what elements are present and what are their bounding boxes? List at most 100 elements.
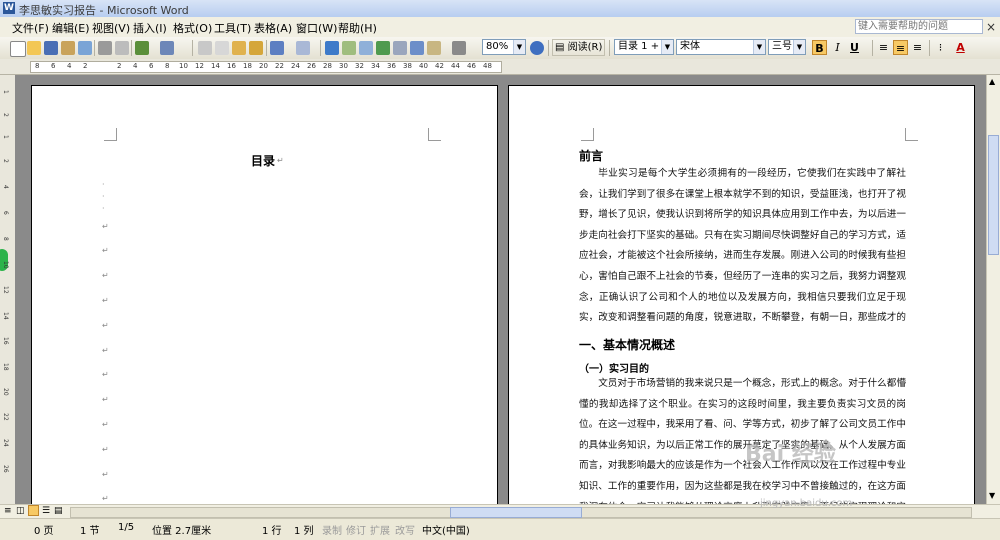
document-map-icon[interactable]: [427, 41, 441, 55]
menu-edit[interactable]: 编辑(E): [52, 20, 90, 36]
ruler-label: 2: [83, 62, 88, 70]
align-center-button[interactable]: ≡: [893, 40, 908, 55]
reading-view-icon[interactable]: ▤: [54, 506, 63, 516]
ruler-label: 30: [339, 62, 348, 70]
style-combo[interactable]: 目录 1 + 宋 ▼: [614, 39, 674, 55]
vertical-ruler[interactable]: 1 2 1 2 4 6 8 10 12 14 16 18 20 22 24 26: [0, 75, 16, 504]
chevron-down-icon[interactable]: ▼: [793, 40, 805, 54]
outline-view-icon[interactable]: ☰: [42, 506, 50, 516]
permission-icon[interactable]: [61, 41, 75, 55]
ruler-label: 2: [2, 113, 9, 117]
font-combo[interactable]: 宋体 ▼: [676, 39, 766, 55]
ruler-label: 34: [371, 62, 380, 70]
columns-icon[interactable]: [393, 41, 407, 55]
chevron-down-icon[interactable]: ▼: [513, 40, 525, 54]
align-right-button[interactable]: ≡: [910, 40, 925, 55]
menu-table[interactable]: 表格(A): [254, 20, 292, 36]
status-record[interactable]: 录制: [322, 522, 342, 537]
font-size-combo[interactable]: 三号 ▼: [768, 39, 806, 55]
copy-icon[interactable]: [215, 41, 229, 55]
status-bar: 0 页 1 节 1/5 位置 2.7厘米 1 行 1 列 录制 修订 扩展 改写…: [0, 518, 1000, 540]
status-overtype[interactable]: 改写: [395, 522, 415, 537]
chevron-down-icon[interactable]: ▼: [753, 40, 765, 54]
ruler-label: 6: [2, 211, 9, 215]
save-icon[interactable]: [44, 41, 58, 55]
toolbar-separator: [131, 40, 132, 56]
paste-icon[interactable]: [232, 41, 246, 55]
tables-borders-icon[interactable]: [342, 41, 356, 55]
zoom-combo[interactable]: 80% ▼: [482, 39, 526, 55]
menu-format[interactable]: 格式(O): [173, 20, 212, 36]
paragraph-mark-icon: ↵: [102, 271, 109, 280]
italic-button[interactable]: I: [830, 40, 845, 55]
toolbar-separator: [872, 40, 873, 56]
paragraph-mark-icon: ·: [102, 204, 105, 213]
numbering-button[interactable]: ⁝: [933, 40, 948, 55]
page-preface[interactable]: 前言 毕业实习是每个大学生必须拥有的一段经历，它使我们在实践中了解社会，让我们学…: [508, 85, 975, 504]
show-hide-icon[interactable]: [452, 41, 466, 55]
print-layout-icon[interactable]: [28, 505, 39, 516]
print-preview-icon[interactable]: [115, 41, 129, 55]
bold-button[interactable]: B: [812, 40, 827, 55]
hscroll-thumb[interactable]: [450, 507, 582, 518]
status-extend[interactable]: 扩展: [370, 522, 390, 537]
word-app-icon[interactable]: W: [3, 2, 15, 14]
redo-icon[interactable]: [296, 41, 310, 55]
ruler-label: 46: [467, 62, 476, 70]
ruler-label: 1: [2, 135, 9, 139]
margin-corner: [581, 128, 594, 141]
underline-button[interactable]: U: [847, 40, 862, 55]
menu-view[interactable]: 视图(V): [92, 20, 130, 36]
scroll-down-icon[interactable]: ▼: [989, 491, 995, 500]
menu-tools[interactable]: 工具(T): [214, 20, 251, 36]
chevron-down-icon[interactable]: ▼: [661, 40, 673, 54]
paragraph-mark-icon: ↵: [102, 246, 109, 255]
font-color-button[interactable]: A: [953, 40, 968, 55]
ruler-label: 20: [259, 62, 268, 70]
open-icon[interactable]: [27, 41, 41, 55]
toolbar-separator: [94, 40, 95, 56]
scrollbar-thumb[interactable]: [988, 135, 999, 255]
ruler-label: 6: [149, 62, 154, 70]
status-track-changes[interactable]: 修订: [346, 522, 366, 537]
toolbar-separator: [192, 40, 193, 56]
vertical-scrollbar[interactable]: ▲ ▼: [986, 75, 1000, 504]
format-painter-icon[interactable]: [249, 41, 263, 55]
align-left-button[interactable]: ≡: [876, 40, 891, 55]
horizontal-ruler[interactable]: 8 6 4 2 2 4 6 8 10 12 14 16 18 20 22 24 …: [0, 59, 1000, 75]
close-document-icon[interactable]: ×: [986, 20, 996, 34]
undo-icon[interactable]: [270, 41, 284, 55]
paragraph-mark-icon: ↵: [102, 346, 109, 355]
research-icon[interactable]: [160, 41, 174, 55]
drawing-icon[interactable]: [410, 41, 424, 55]
ruler-label: 8: [2, 237, 9, 241]
menu-file[interactable]: 文件(F): [12, 20, 49, 36]
status-column: 1 列: [294, 526, 314, 537]
insert-table-icon[interactable]: [359, 41, 373, 55]
ruler-label: 2: [2, 159, 9, 163]
status-position: 位置 2.7厘米: [152, 526, 212, 537]
page-toc[interactable]: 目录 ↵ · · · ↵ ↵ ↵ ↵ ↵ ↵ ↵ ↵ ↵ ↵ ↵ ↵: [31, 85, 498, 504]
cut-icon[interactable]: [198, 41, 212, 55]
hyperlink-icon[interactable]: [325, 41, 339, 55]
web-layout-icon[interactable]: ◫: [16, 506, 25, 516]
paragraph-mark-icon: ↵: [102, 470, 109, 479]
menu-insert[interactable]: 插入(I): [133, 20, 167, 36]
menu-window[interactable]: 窗口(W): [296, 20, 337, 36]
spelling-icon[interactable]: [135, 41, 149, 55]
help-question-input[interactable]: [855, 19, 983, 34]
print-icon[interactable]: [98, 41, 112, 55]
ruler-label: 10: [179, 62, 188, 70]
menu-help[interactable]: 帮助(H): [338, 20, 377, 36]
help-icon[interactable]: [530, 41, 544, 55]
paragraph-mark-icon: ·: [102, 192, 105, 201]
normal-view-icon[interactable]: ≡: [4, 506, 12, 516]
new-icon[interactable]: [10, 41, 26, 57]
email-icon[interactable]: [78, 41, 92, 55]
toolbar-separator: [320, 40, 321, 56]
paragraph-mark-icon: ↵: [102, 494, 109, 503]
scroll-up-icon[interactable]: ▲: [989, 77, 995, 86]
ruler-label: 32: [355, 62, 364, 70]
insert-excel-icon[interactable]: [376, 41, 390, 55]
reading-layout-button[interactable]: ▤ 阅读(R): [552, 39, 606, 56]
